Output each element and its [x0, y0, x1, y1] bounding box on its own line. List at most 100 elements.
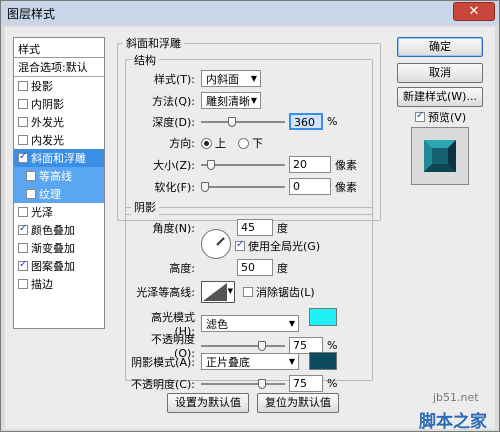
- angle-input[interactable]: 45: [237, 219, 273, 236]
- style-item-label: 渐变叠加: [31, 242, 75, 255]
- size-label: 大小(Z):: [153, 158, 195, 172]
- reset-default-button[interactable]: 复位为默认值: [257, 393, 339, 413]
- size-slider-thumb[interactable]: [207, 159, 215, 170]
- style-item[interactable]: 颜色叠加: [14, 221, 104, 239]
- direction-up-radio[interactable]: [201, 137, 212, 149]
- chevron-down-icon: ▼: [288, 319, 295, 328]
- direction-down-radio[interactable]: [238, 137, 249, 149]
- shading-title: 阴影: [131, 199, 159, 215]
- style-item-checkbox[interactable]: [18, 279, 28, 289]
- soften-unit: 像素: [335, 180, 357, 194]
- window-title: 图层样式: [7, 7, 56, 21]
- style-item-checkbox[interactable]: [18, 135, 28, 145]
- style-item[interactable]: 光泽: [14, 203, 104, 221]
- shadow-mode-dropdown[interactable]: 正片叠底 ▼: [201, 353, 299, 370]
- new-style-button[interactable]: 新建样式(W)...: [397, 87, 483, 107]
- size-input[interactable]: 20: [289, 156, 331, 173]
- style-item-label: 内发光: [31, 134, 64, 147]
- style-item-checkbox[interactable]: [18, 81, 28, 91]
- style-item-label: 纹理: [39, 188, 61, 201]
- antialias-checkbox[interactable]: [243, 287, 253, 297]
- gloss-contour-picker[interactable]: ▼: [201, 281, 235, 303]
- title-bar: 图层样式 ✕: [1, 1, 499, 25]
- style-item-label: 颜色叠加: [31, 224, 75, 237]
- structure-title: 结构: [131, 52, 159, 68]
- angle-unit: 度: [277, 221, 288, 235]
- watermark-site: jb51.net: [433, 391, 479, 404]
- altitude-input[interactable]: 50: [237, 259, 273, 276]
- highlight-mode-value: 滤色: [206, 317, 228, 331]
- depth-label: 深度(D):: [152, 115, 195, 129]
- size-slider[interactable]: [201, 159, 285, 170]
- preview-swatch-icon: [424, 140, 456, 172]
- chevron-down-icon: ▼: [288, 357, 295, 366]
- style-item-checkbox[interactable]: [18, 259, 28, 271]
- style-item[interactable]: 渐变叠加: [14, 239, 104, 257]
- shadow-opacity-input[interactable]: 75: [289, 375, 323, 392]
- direction-down-label: 下: [252, 137, 263, 150]
- preview-checkbox[interactable]: [415, 110, 425, 122]
- highlight-mode-dropdown[interactable]: 滤色 ▼: [201, 315, 299, 332]
- style-item-checkbox[interactable]: [18, 151, 28, 163]
- soften-slider-thumb[interactable]: [201, 181, 209, 192]
- set-default-button[interactable]: 设置为默认值: [167, 393, 249, 413]
- highlight-opacity-slider[interactable]: [201, 340, 285, 351]
- shadow-mode-value: 正片叠底: [206, 355, 250, 369]
- depth-slider[interactable]: [201, 116, 285, 127]
- style-item-checkbox[interactable]: [18, 99, 28, 109]
- style-list-header[interactable]: 样式: [14, 38, 104, 58]
- style-item[interactable]: 内阴影: [14, 95, 104, 113]
- angle-dial-needle: [216, 237, 225, 246]
- shadow-color-swatch[interactable]: [309, 352, 337, 370]
- style-item-checkbox[interactable]: [18, 223, 28, 235]
- antialias-label: 消除锯齿(L): [256, 286, 315, 299]
- gloss-contour-label: 光泽等高线:: [136, 286, 195, 299]
- style-item-label: 等高线: [39, 170, 72, 183]
- global-light-checkbox[interactable]: [235, 239, 245, 251]
- depth-slider-thumb[interactable]: [228, 116, 236, 127]
- style-item[interactable]: 图案叠加: [14, 257, 104, 275]
- angle-dial[interactable]: [201, 229, 231, 259]
- blend-options-item[interactable]: 混合选项:默认: [14, 58, 104, 77]
- style-item-checkbox[interactable]: [18, 207, 28, 217]
- style-item[interactable]: 投影: [14, 77, 104, 95]
- global-light-label: 使用全局光(G): [248, 240, 321, 253]
- highlight-opacity-thumb[interactable]: [258, 340, 266, 351]
- watermark-brand: 脚本之家: [419, 412, 487, 432]
- style-item-checkbox[interactable]: [26, 189, 36, 199]
- shadow-mode-label: 阴影模式(A):: [131, 355, 195, 369]
- layer-style-dialog: 图层样式 ✕ 样式 混合选项:默认 投影内阴影外发光内发光斜面和浮雕等高线纹理光…: [0, 0, 500, 432]
- style-item-label: 斜面和浮雕: [31, 152, 86, 165]
- style-item-label: 描边: [31, 278, 53, 291]
- style-item[interactable]: 描边: [14, 275, 104, 293]
- size-unit: 像素: [335, 158, 357, 172]
- style-item-checkbox[interactable]: [18, 243, 28, 253]
- style-dropdown[interactable]: 内斜面 ▼: [201, 70, 261, 87]
- style-item[interactable]: 斜面和浮雕: [14, 149, 104, 167]
- style-item-label: 光泽: [31, 206, 53, 219]
- shadow-opacity-unit: %: [327, 377, 338, 390]
- method-dropdown-value: 雕刻清晰: [206, 94, 250, 108]
- contour-curve-icon: [203, 283, 227, 301]
- style-item[interactable]: 纹理: [14, 185, 104, 203]
- depth-input[interactable]: 360: [289, 113, 323, 130]
- style-item-checkbox[interactable]: [26, 171, 36, 181]
- soften-slider[interactable]: [201, 181, 285, 192]
- method-dropdown[interactable]: 雕刻清晰 ▼: [201, 92, 261, 109]
- shadow-opacity-thumb[interactable]: [258, 378, 266, 389]
- cancel-button[interactable]: 取消: [397, 63, 483, 83]
- ok-button[interactable]: 确定: [397, 37, 483, 57]
- style-dropdown-value: 内斜面: [206, 72, 239, 86]
- chevron-down-icon: ▼: [250, 74, 257, 83]
- chevron-down-icon: ▼: [227, 287, 233, 295]
- soften-input[interactable]: 0: [289, 178, 331, 195]
- style-item-checkbox[interactable]: [18, 117, 28, 127]
- highlight-color-swatch[interactable]: [309, 308, 337, 326]
- close-button[interactable]: ✕: [453, 2, 495, 21]
- shadow-opacity-slider[interactable]: [201, 378, 285, 389]
- style-item[interactable]: 等高线: [14, 167, 104, 185]
- chevron-down-icon: ▼: [250, 96, 257, 105]
- style-item[interactable]: 内发光: [14, 131, 104, 149]
- method-label: 方法(Q):: [152, 94, 195, 108]
- style-item[interactable]: 外发光: [14, 113, 104, 131]
